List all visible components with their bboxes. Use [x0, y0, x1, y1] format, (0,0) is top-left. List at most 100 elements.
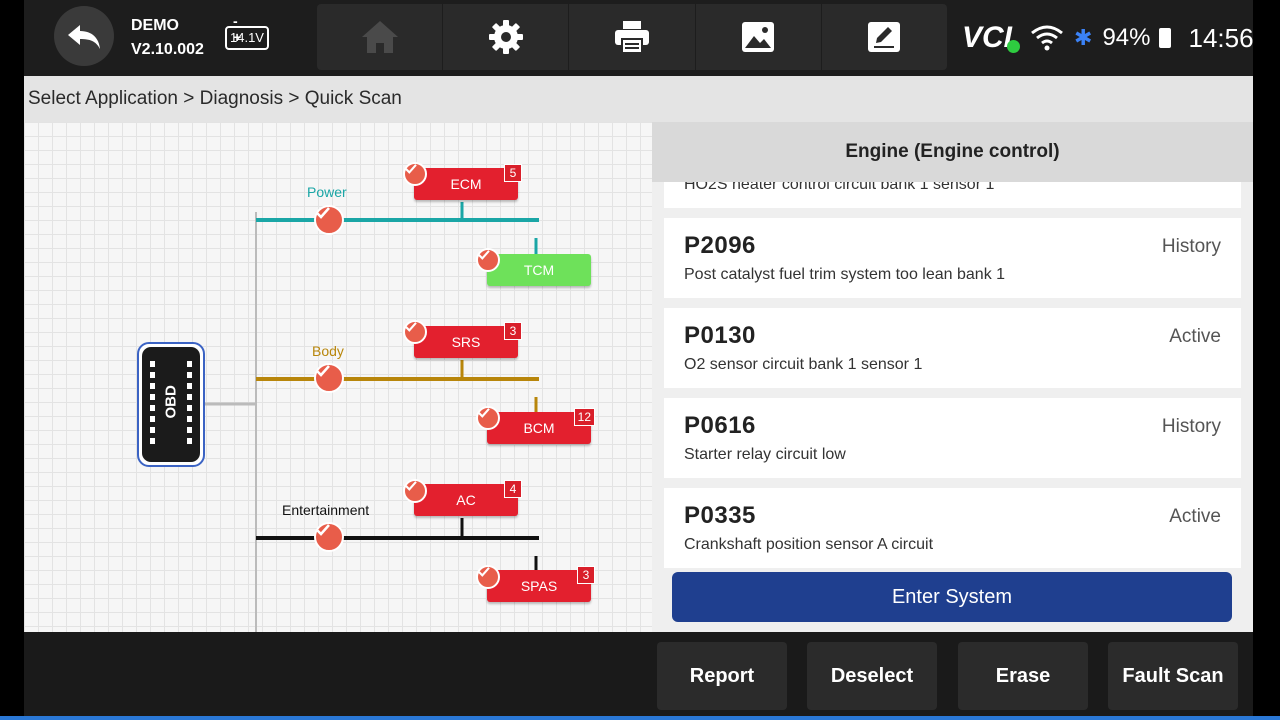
dtc-panel: Engine (Engine control) HO2S heater cont… [652, 122, 1253, 632]
dtc-description: Post catalyst fuel trim system too lean … [684, 266, 1006, 283]
enter-system-button[interactable]: Enter System [672, 572, 1232, 622]
deselect-button[interactable]: Deselect [807, 642, 937, 710]
bottom-toolbar: Report Deselect Erase Fault Scan [24, 632, 1253, 716]
network-diagram: OBD Power Body Entertainment ECM 5 TCM S… [24, 122, 652, 632]
dtc-row[interactable]: P0130 Active O2 sensor circuit bank 1 se… [664, 308, 1241, 388]
battery-icon [1158, 28, 1171, 48]
wifi-icon [1031, 25, 1063, 51]
check-icon [478, 408, 490, 418]
check-icon [316, 524, 330, 536]
fault-scan-button[interactable]: Fault Scan [1108, 642, 1238, 710]
module-label: ECM [450, 176, 482, 192]
bus-label-entertainment: Entertainment [282, 502, 370, 518]
edit-button[interactable] [822, 4, 947, 70]
device-info: DEMO V2.10.002 [131, 14, 204, 62]
dtc-code: P0616 [684, 412, 756, 439]
vci-connected-icon [1007, 40, 1021, 53]
voltage-label: 14.1V [225, 26, 269, 50]
module-check-spas[interactable] [476, 565, 500, 589]
check-icon [405, 322, 417, 332]
dtc-row[interactable]: P0335 Active Crankshaft position sensor … [664, 488, 1241, 568]
dtc-status: Active [1169, 506, 1221, 527]
edit-icon [868, 22, 901, 52]
module-label: BCM [523, 420, 555, 436]
dtc-description: HO2S heater control circuit bank 1 senso… [684, 182, 995, 193]
dtc-status: Active [1169, 326, 1221, 347]
dtc-code: P0130 [684, 322, 756, 349]
module-check-ecm[interactable] [403, 162, 427, 186]
dtc-status: History [1161, 416, 1221, 437]
right-bezel [1253, 0, 1280, 720]
car-battery-icon: -+ 14.1V [225, 13, 271, 54]
check-icon [316, 207, 330, 219]
module-label: AC [456, 492, 476, 508]
print-button[interactable] [569, 4, 696, 70]
dtc-code: P2096 [684, 232, 756, 259]
dtc-row-partial[interactable]: HO2S heater control circuit bank 1 senso… [664, 182, 1241, 208]
panel-title: Engine (Engine control) [652, 122, 1253, 182]
module-check-srs[interactable] [403, 320, 427, 344]
printer-icon [615, 21, 649, 54]
vci-indicator: VCI [962, 21, 1021, 55]
top-bar: DEMO V2.10.002 -+ 14.1V VCI ✱ 94% 14:56 [24, 0, 1254, 76]
dtc-count-badge: 5 [504, 164, 522, 182]
check-icon [478, 250, 490, 260]
bus-check-power[interactable] [314, 205, 344, 235]
check-icon [405, 481, 417, 491]
dtc-code: P0335 [684, 502, 756, 529]
dtc-count-badge: 3 [504, 322, 522, 340]
screenshot-button[interactable] [696, 4, 822, 70]
dtc-row[interactable]: P2096 History Post catalyst fuel trim sy… [664, 218, 1241, 298]
home-icon [361, 21, 398, 53]
dtc-description: Starter relay circuit low [684, 446, 846, 463]
dtc-status: History [1161, 236, 1221, 257]
module-check-bcm[interactable] [476, 406, 500, 430]
left-bezel [0, 0, 24, 720]
version-label: V2.10.002 [131, 41, 204, 58]
obd-label: OBD [162, 385, 180, 419]
bottom-accent-line [0, 716, 1280, 720]
module-ecm[interactable]: ECM 5 [414, 164, 522, 200]
settings-button[interactable] [443, 4, 570, 70]
back-arrow-icon [68, 25, 100, 49]
back-button[interactable] [54, 6, 114, 66]
dtc-row[interactable]: P0616 History Starter relay circuit low [664, 398, 1241, 478]
dtc-description: Crankshaft position sensor A circuit [684, 536, 934, 553]
module-label: SRS [451, 334, 481, 350]
breadcrumb-bar: Select Application > Diagnosis > Quick S… [24, 76, 1253, 122]
module-check-tcm[interactable] [476, 248, 500, 272]
check-icon [405, 164, 417, 174]
dtc-count-badge: 12 [573, 408, 595, 426]
dtc-count-badge: 3 [577, 566, 595, 584]
image-icon [742, 22, 775, 52]
module-label: SPAS [520, 578, 558, 594]
module-label: TCM [523, 262, 555, 278]
bus-check-body[interactable] [314, 363, 344, 393]
vci-label: VCI [962, 21, 1013, 54]
module-spas[interactable]: SPAS 3 [487, 566, 595, 602]
breadcrumb: Select Application > Diagnosis > Quick S… [28, 88, 402, 109]
gear-icon [488, 20, 523, 54]
bus-label-body: Body [312, 343, 344, 359]
status-area: VCI ✱ 94% 14:56 [962, 0, 1254, 76]
check-icon [478, 567, 490, 577]
clock: 14:56 [1188, 22, 1254, 53]
bus-label-power: Power [307, 184, 347, 200]
check-icon [316, 365, 330, 377]
module-check-ac[interactable] [403, 479, 427, 503]
bus-check-entertainment[interactable] [314, 522, 344, 552]
bluetooth-icon: ✱ [1074, 25, 1093, 50]
module-tcm[interactable]: TCM [487, 254, 591, 286]
mode-label: DEMO [131, 17, 179, 34]
module-bcm[interactable]: BCM 12 [487, 408, 595, 444]
dtc-description: O2 sensor circuit bank 1 sensor 1 [684, 356, 923, 373]
battery-percent: 94% [1102, 24, 1151, 51]
obd-connector-icon[interactable]: OBD [137, 342, 205, 467]
home-button[interactable] [317, 4, 444, 70]
toolbar [317, 4, 947, 70]
module-ac[interactable]: AC 4 [414, 480, 522, 516]
dtc-count-badge: 4 [504, 480, 522, 498]
report-button[interactable]: Report [657, 642, 787, 710]
erase-button[interactable]: Erase [958, 642, 1088, 710]
module-srs[interactable]: SRS 3 [414, 322, 522, 358]
